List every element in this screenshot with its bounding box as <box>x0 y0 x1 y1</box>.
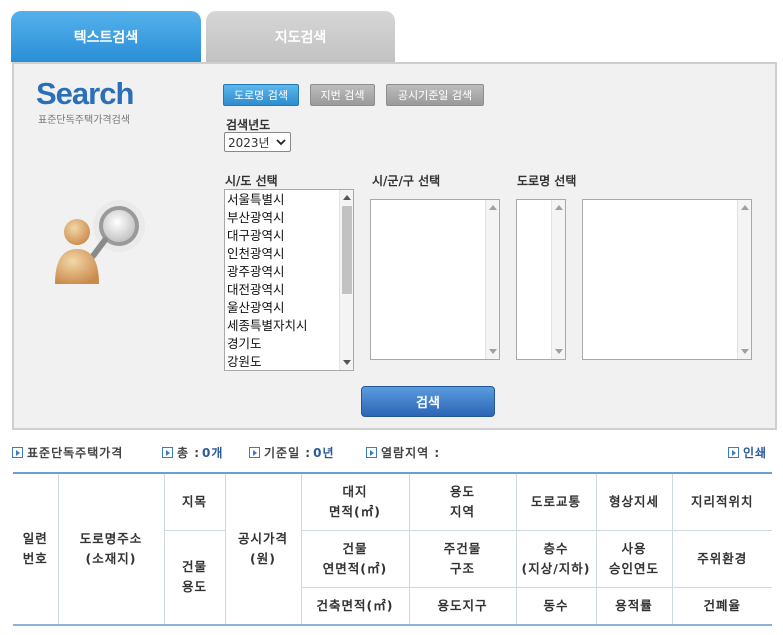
sido-option[interactable]: 광주광역시 <box>226 263 353 281</box>
sido-option[interactable]: 울산광역시 <box>226 299 353 317</box>
total-label: 총 : <box>177 446 201 460</box>
sido-option[interactable]: 대전광역시 <box>226 281 353 299</box>
chevron-down-icon <box>276 139 286 146</box>
header-use-year: 사용 승인연도 <box>595 529 673 588</box>
header-shape: 형상지세 <box>595 472 673 531</box>
info-date: 기준일 : 0년 <box>249 444 335 461</box>
search-logo-subtitle: 표준단독주택가격검색 <box>38 115 130 126</box>
results-table: 일련 번호 도로명주소 (소재지) 지목 공시가격 (원) 대지 면적(㎡) 용… <box>13 472 772 626</box>
sido-listbox[interactable]: 서울특별시 부산광역시 대구광역시 인천광역시 광주광역시 대전광역시 울산광역… <box>224 189 354 371</box>
scroll-up-icon[interactable] <box>555 205 563 210</box>
header-land-area: 대지 면적(㎡) <box>300 472 410 531</box>
tab-text-search[interactable]: 텍스트검색 <box>11 11 201 62</box>
sido-option[interactable]: 대구광역시 <box>226 227 353 245</box>
search-logo: Search <box>36 76 134 111</box>
sigungu-scrollbar[interactable] <box>485 200 499 359</box>
header-road-traffic: 도로교통 <box>515 472 597 531</box>
header-price: 공시가격 (원) <box>224 472 302 626</box>
announce-date-search-button[interactable]: 공시기준일 검색 <box>386 84 484 106</box>
search-panel: Search 표준단독주택가격검색 도로명 검색 지번 검색 공시기준일 검색 … <box>12 62 777 430</box>
scroll-down-icon[interactable] <box>489 349 497 354</box>
header-build-area: 건축면적(㎡) <box>300 586 410 626</box>
arrow-icon <box>12 447 23 458</box>
header-district: 용도지구 <box>408 586 517 626</box>
header-geo-location: 지리적위치 <box>671 472 772 531</box>
arrow-icon <box>366 447 377 458</box>
header-dong: 동수 <box>515 586 597 626</box>
road-name-search-button[interactable]: 도로명 검색 <box>223 84 299 106</box>
sigungu-label: 시/군/구 선택 <box>372 174 441 188</box>
search-button[interactable]: 검색 <box>361 386 495 417</box>
road-label: 도로명 선택 <box>517 174 577 188</box>
date-label: 기준일 : <box>264 446 312 460</box>
header-jimok: 지목 <box>163 472 226 531</box>
sido-scrollbar[interactable] <box>339 190 353 370</box>
header-floor-ratio: 용적률 <box>595 586 673 626</box>
sido-option[interactable]: 서울특별시 <box>226 191 353 209</box>
sido-label: 시/도 선택 <box>225 174 278 188</box>
header-bldg-use: 건물 용도 <box>163 529 226 626</box>
tab-map-search[interactable]: 지도검색 <box>206 11 395 62</box>
info-region: 열람지역 : <box>366 444 440 461</box>
road-detail-scrollbar[interactable] <box>737 200 751 359</box>
sido-option[interactable]: 인천광역시 <box>226 245 353 263</box>
header-surroundings: 주위환경 <box>671 529 772 588</box>
sido-option[interactable]: 부산광역시 <box>226 209 353 227</box>
lot-number-search-button[interactable]: 지번 검색 <box>310 84 375 106</box>
header-structure: 주건물 구조 <box>408 529 517 588</box>
sido-option[interactable]: 강원도 <box>226 353 353 370</box>
arrow-icon <box>162 447 173 458</box>
arrow-icon <box>728 447 739 458</box>
year-select[interactable]: 2023년 <box>224 132 291 152</box>
sido-option[interactable]: 경기도 <box>226 335 353 353</box>
scroll-down-icon[interactable] <box>343 360 351 365</box>
year-select-value: 2023년 <box>228 135 270 150</box>
user-search-illustration-icon <box>55 200 145 284</box>
header-address: 도로명주소 (소재지) <box>57 472 165 626</box>
header-coverage-ratio: 건폐율 <box>671 586 772 626</box>
header-floor-area: 건물 연면적(㎡) <box>300 529 410 588</box>
sido-option[interactable]: 세종특별자치시 <box>226 317 353 335</box>
scroll-up-icon[interactable] <box>489 205 497 210</box>
total-value: 0개 <box>202 446 224 460</box>
sigungu-listbox[interactable] <box>370 199 500 360</box>
region-label: 열람지역 : <box>381 446 441 460</box>
info-title: 표준단독주택가격 <box>12 444 123 461</box>
scroll-down-icon[interactable] <box>741 349 749 354</box>
year-label: 검색년도 <box>226 118 271 132</box>
road-detail-listbox[interactable] <box>582 199 752 360</box>
scroll-down-icon[interactable] <box>555 349 563 354</box>
print-link[interactable]: 인쇄 <box>728 444 767 461</box>
print-label: 인쇄 <box>743 446 768 460</box>
info-title-text: 표준단독주택가격 <box>27 446 124 460</box>
header-zone: 용도 지역 <box>408 472 517 531</box>
arrow-icon <box>249 447 260 458</box>
info-total: 총 : 0개 <box>162 444 223 461</box>
date-value: 0년 <box>313 446 335 460</box>
scroll-thumb[interactable] <box>342 206 352 294</box>
header-serial: 일련 번호 <box>13 472 59 626</box>
scroll-up-icon[interactable] <box>741 205 749 210</box>
road-listbox[interactable] <box>516 199 566 360</box>
header-floors: 층수 (지상/지하) <box>515 529 597 588</box>
road-scrollbar[interactable] <box>551 200 565 359</box>
scroll-up-icon[interactable] <box>343 195 351 200</box>
